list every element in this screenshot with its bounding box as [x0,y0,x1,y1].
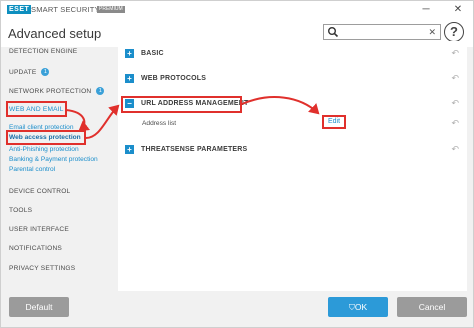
ok-label: OK [354,302,368,312]
sidebar-item-label: Anti-Phishing protection [9,146,79,153]
revert-icon[interactable]: ↶ [451,118,459,129]
sidebar-subitem-anti-phishing-protection[interactable]: Anti-Phishing protection [9,146,79,153]
sidebar-item-label: DEVICE CONTROL [9,188,71,195]
sidebar-item-privacy-settings[interactable]: PRIVACY SETTINGS [9,265,75,272]
sidebar-item-user-interface[interactable]: USER INTERFACE [9,226,69,233]
sidebar-item-label: Banking & Payment protection [9,156,98,163]
revert-icon[interactable]: ↶ [451,98,459,109]
eset-logo: ESET [7,5,32,14]
sidebar-item-detection-engine[interactable]: DETECTION ENGINE [9,48,77,55]
revert-icon[interactable]: ↶ [451,73,459,84]
close-button[interactable]: ✕ [451,3,465,16]
sidebar-item-label: Parental control [9,166,56,173]
minimize-button[interactable]: ─ [419,3,433,16]
app-name: SMART SECURITY [31,5,100,14]
sidebar-item-label: UPDATE [9,69,37,76]
ok-button[interactable]: ⛉OK [328,297,388,317]
search-icon [328,27,339,38]
sidebar-item-tools[interactable]: TOOLS [9,207,32,214]
sidebar-item-label: NOTIFICATIONS [9,245,63,252]
section-web-protocols[interactable]: + WEB PROTOCOLS ↶ [118,69,467,89]
edit-highlight [322,115,346,129]
expand-icon[interactable]: + [125,74,134,83]
help-button[interactable]: ? [444,22,464,42]
section-basic[interactable]: + BASIC ↶ [118,44,467,64]
url-address-management-highlight [121,96,242,113]
sidebar-item-label: USER INTERFACE [9,226,69,233]
sidebar-item-label: NETWORK PROTECTION [9,88,92,95]
revert-icon[interactable]: ↶ [451,48,459,59]
address-list-label: Address list [142,120,177,127]
cancel-button[interactable]: Cancel [397,297,467,317]
default-button[interactable]: Default [9,297,69,317]
expand-icon[interactable]: + [125,145,134,154]
search-input[interactable] [340,26,420,38]
sidebar-item-label: PRIVACY SETTINGS [9,265,76,272]
expand-icon[interactable]: + [125,49,134,58]
sidebar-item-label: TOOLS [9,207,33,214]
sidebar-subitem-banking-payment-protection[interactable]: Banking & Payment protection [9,156,98,163]
sidebar-item-update[interactable]: UPDATE 1 [9,68,50,76]
settings-panel: + BASIC ↶ + WEB PROTOCOLS ↶ − URL ADDRES… [118,41,467,291]
web-access-protection-highlight [6,130,86,145]
revert-icon[interactable]: ↶ [451,144,459,155]
sidebar-item-notifications[interactable]: NOTIFICATIONS [9,245,62,252]
sidebar-item-label: DETECTION ENGINE [9,48,78,55]
notification-badge: 1 [41,68,50,76]
section-label: WEB PROTOCOLS [141,75,207,82]
sidebar-subitem-parental-control[interactable]: Parental control [9,166,55,173]
page-title: Advanced setup [8,26,102,41]
search-box[interactable]: ✕ [323,24,441,40]
sidebar-item-device-control[interactable]: DEVICE CONTROL [9,188,70,195]
notification-badge: 1 [96,87,105,95]
web-and-email-highlight [6,101,67,117]
clear-search-icon[interactable]: ✕ [428,26,436,38]
section-label: BASIC [141,50,164,57]
edition-tag: PREMIUM [97,6,125,13]
section-threatsense-parameters[interactable]: + THREATSENSE PARAMETERS ↶ [118,140,467,160]
section-label: THREATSENSE PARAMETERS [141,146,248,153]
title-bar: ESET SMART SECURITY PREMIUM ─ ✕ [1,1,473,19]
sidebar-item-network-protection[interactable]: NETWORK PROTECTION 1 [9,87,105,95]
advanced-setup-window: ESET SMART SECURITY PREMIUM ─ ✕ Advanced… [0,0,474,328]
